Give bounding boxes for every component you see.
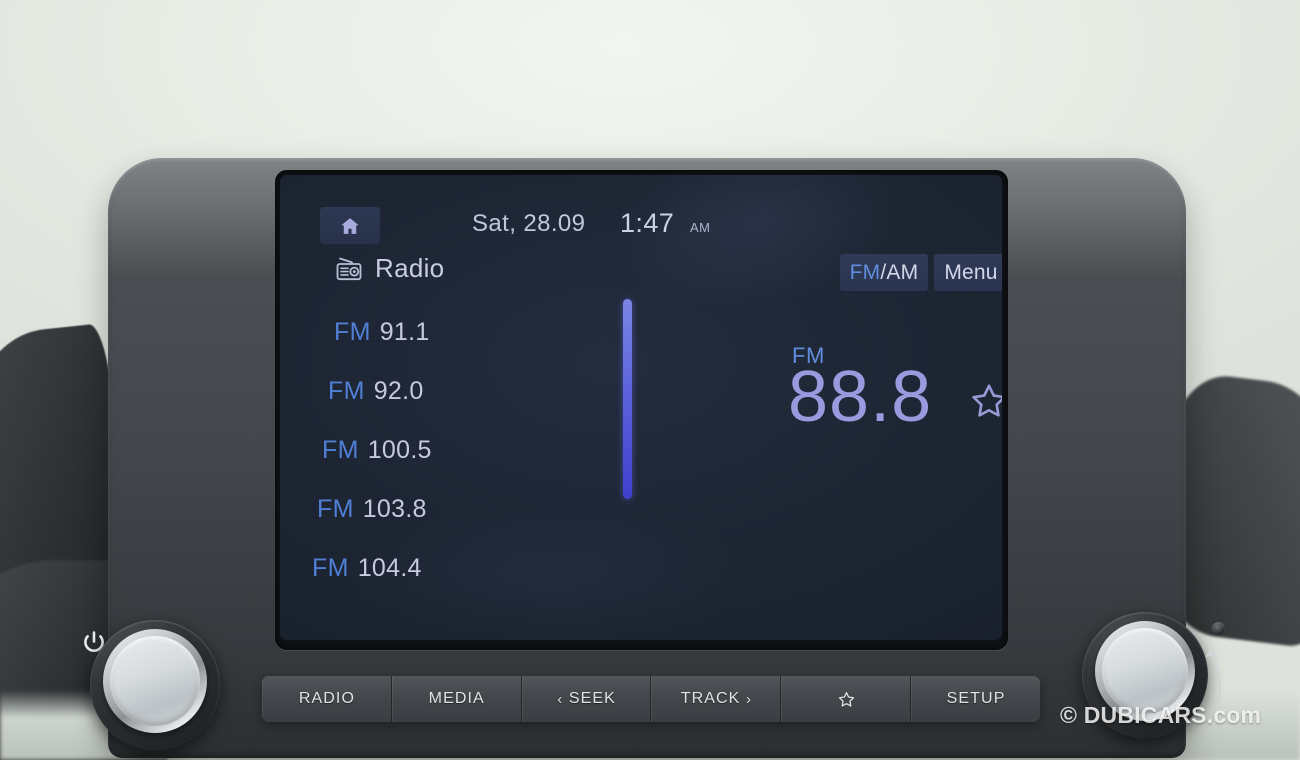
preset-frequency: 104.4	[357, 554, 422, 582]
preset-band: FM	[312, 554, 349, 582]
chevron-right-icon: ›	[745, 690, 753, 708]
preset-band: FM	[317, 495, 354, 523]
hard-key-strip[interactable]: RADIO MEDIA ‹ SEEK TRACK › SETUP	[262, 676, 1040, 722]
fm-am-am-label: /AM	[880, 260, 919, 284]
radio-icon	[336, 257, 362, 281]
star-outline-icon	[837, 690, 856, 709]
menu-button-label: Menu	[944, 260, 998, 284]
preset-band: FM	[322, 436, 359, 464]
status-date: Sat, 28.09	[472, 210, 586, 237]
hard-key-favorite[interactable]	[781, 676, 912, 722]
hard-key-radio[interactable]: RADIO	[262, 676, 392, 722]
favorite-star-icon[interactable]	[968, 380, 1002, 422]
watermark: © DUBICARS.com	[1060, 702, 1262, 728]
preset-item[interactable]: FM 91.1	[312, 303, 527, 362]
infotainment-screen[interactable]: Sat, 28.09 1:47 AM Radio FM/AM Menu FM 9…	[280, 175, 1002, 640]
aux-port	[1212, 622, 1225, 635]
preset-item[interactable]: FM 100.5	[312, 421, 527, 480]
home-button[interactable]	[320, 207, 380, 244]
knob-face[interactable]	[110, 636, 200, 726]
chevron-left-icon: ‹	[557, 690, 564, 708]
preset-band: FM	[334, 318, 371, 346]
preset-item[interactable]: FM 103.8	[312, 480, 527, 539]
now-playing-frequency: 88.8	[788, 357, 933, 437]
status-bar: Sat, 28.09 1:47 AM	[280, 175, 1002, 244]
status-time: 1:47	[620, 208, 675, 238]
fm-am-toggle-button[interactable]: FM/AM	[840, 254, 928, 291]
power-volume-knob[interactable]	[90, 620, 220, 750]
hard-key-track[interactable]: TRACK ›	[651, 676, 782, 722]
menu-button[interactable]: Menu	[934, 254, 1002, 291]
preset-list[interactable]: FM 91.1 FM 92.0 FM 100.5 FM 103.8 FM 104…	[312, 303, 527, 598]
hard-key-label: RADIO	[298, 690, 355, 707]
hard-key-label: SEEK	[568, 690, 616, 707]
preset-frequency: 91.1	[379, 318, 430, 346]
hard-key-label: TRACK	[680, 690, 741, 707]
hard-key-label: SETUP	[946, 690, 1006, 707]
status-ampm: AM	[690, 220, 711, 235]
home-icon	[339, 215, 361, 237]
preset-item[interactable]: FM 92.0	[312, 362, 527, 421]
preset-frequency: 92.0	[373, 377, 424, 405]
preset-frequency: 103.8	[362, 495, 427, 523]
tuning-position-bar[interactable]	[623, 299, 632, 499]
head-unit-bezel: Sat, 28.09 1:47 AM Radio FM/AM Menu FM 9…	[108, 158, 1186, 758]
preset-band: FM	[328, 377, 365, 405]
preset-frequency: 100.5	[367, 436, 432, 464]
hard-key-media[interactable]: MEDIA	[391, 676, 522, 722]
hard-key-label: MEDIA	[428, 690, 485, 707]
preset-item[interactable]: FM 104.4	[312, 539, 527, 598]
hard-key-setup[interactable]: SETUP	[911, 676, 1040, 722]
fm-am-fm-label: FM	[849, 260, 881, 284]
hard-key-seek[interactable]: ‹ SEEK	[521, 676, 652, 722]
source-title-label: Radio	[375, 253, 445, 283]
